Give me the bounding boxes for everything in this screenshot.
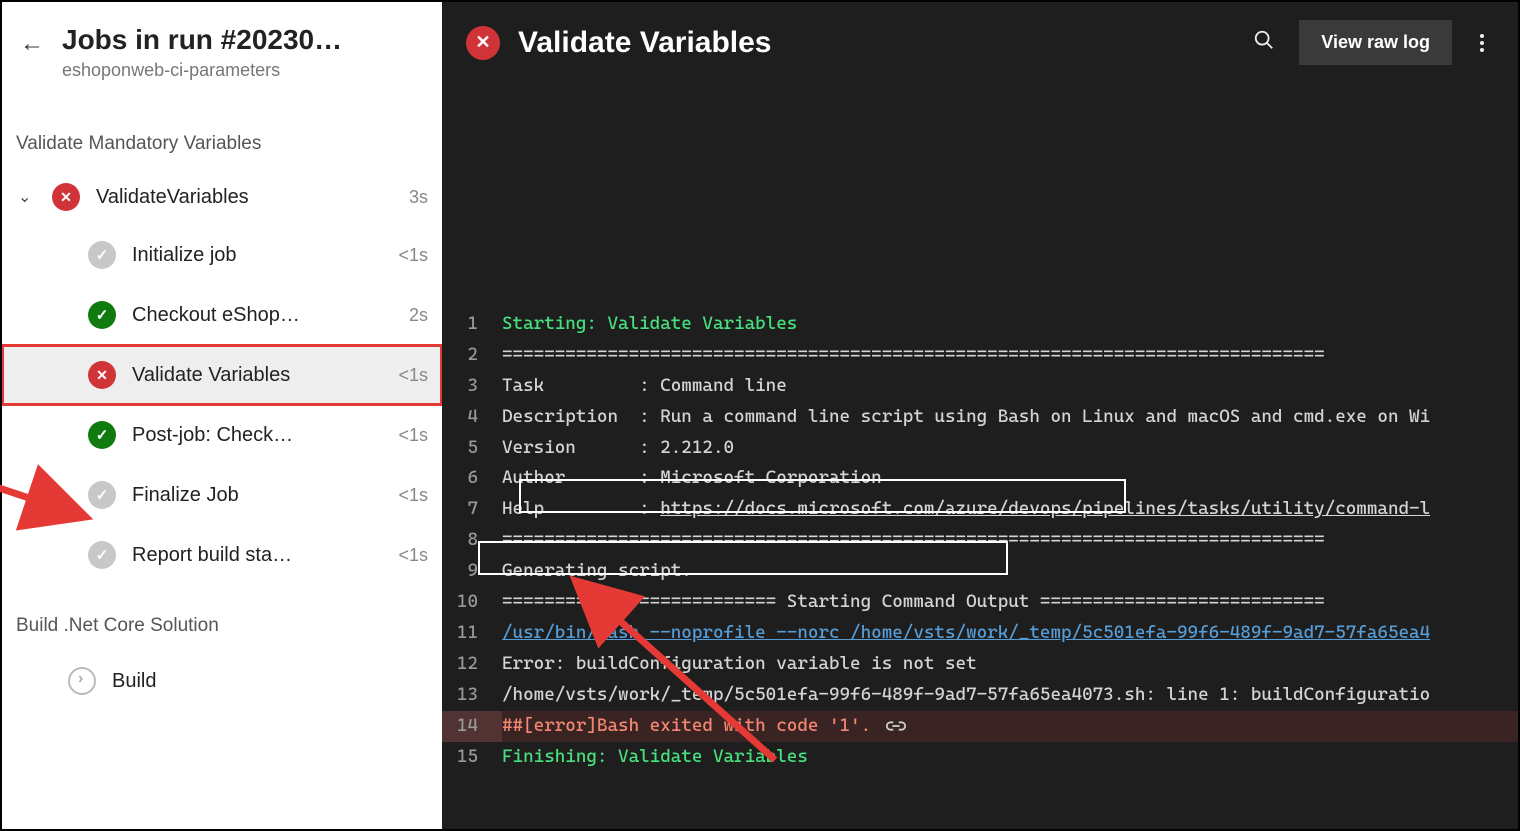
log-line: 12Error: buildConfiguration variable is … xyxy=(442,649,1518,680)
link-icon[interactable] xyxy=(885,719,907,733)
step-duration: <1s xyxy=(398,545,428,566)
job-validate-variables[interactable]: ⌄ ValidateVariables 3s xyxy=(2,169,442,225)
step-row[interactable]: Post-job: Check… <1s xyxy=(2,405,442,465)
sidebar: ← Jobs in run #20230… eshoponweb-ci-para… xyxy=(2,2,442,829)
log-line: 2=======================================… xyxy=(442,340,1518,371)
fail-icon xyxy=(88,361,116,389)
step-row[interactable]: Validate Variables <1s xyxy=(2,345,442,405)
step-label: Finalize Job xyxy=(132,484,382,507)
page-title: Jobs in run #20230… xyxy=(62,24,342,56)
line-content: /home/vsts/work/_temp/5c501efa-99f6-489f… xyxy=(502,680,1518,711)
fail-icon xyxy=(466,26,500,60)
line-content: Description : Run a command line script … xyxy=(502,402,1518,433)
line-content: ##[error]Bash exited with code '1'. xyxy=(502,711,1518,742)
grey-icon xyxy=(88,541,116,569)
log-line: 8=======================================… xyxy=(442,525,1518,556)
line-number: 15 xyxy=(442,742,502,773)
log-line: 13/home/vsts/work/_temp/5c501efa-99f6-48… xyxy=(442,680,1518,711)
more-menu-icon[interactable] xyxy=(1470,28,1494,58)
log-header: Validate Variables View raw log xyxy=(442,2,1518,83)
line-number: 12 xyxy=(442,649,502,680)
line-content: ========================================… xyxy=(502,340,1518,371)
line-content: Author : Microsoft Corporation xyxy=(502,463,1518,494)
line-number: 7 xyxy=(442,494,502,525)
line-number: 1 xyxy=(442,309,502,340)
line-number: 6 xyxy=(442,463,502,494)
step-row[interactable]: Checkout eShop… 2s xyxy=(2,285,442,345)
log-line: 9Generating script. xyxy=(442,556,1518,587)
stage-validate-variables[interactable]: Validate Mandatory Variables xyxy=(2,93,442,169)
step-label: Checkout eShop… xyxy=(132,304,393,327)
ok-icon xyxy=(88,301,116,329)
log-line: 4Description : Run a command line script… xyxy=(442,402,1518,433)
line-content: Generating script. xyxy=(502,556,1518,587)
line-content: Help : https://docs.microsoft.com/azure/… xyxy=(502,494,1518,525)
line-number: 4 xyxy=(442,402,502,433)
back-button[interactable]: ← xyxy=(20,30,44,81)
line-content: Starting: Validate Variables xyxy=(502,309,1518,340)
line-number: 2 xyxy=(442,340,502,371)
log-line: 15Finishing: Validate Variables xyxy=(442,742,1518,773)
line-content: Version : 2.212.0 xyxy=(502,433,1518,464)
log-pane: Validate Variables View raw log 1Startin… xyxy=(442,2,1518,829)
step-label: Validate Variables xyxy=(132,364,382,387)
grey-icon xyxy=(88,481,116,509)
log-line: 3Task : Command line xyxy=(442,371,1518,402)
step-duration: <1s xyxy=(398,485,428,506)
log-line: 5Version : 2.212.0 xyxy=(442,433,1518,464)
view-raw-log-button[interactable]: View raw log xyxy=(1299,20,1452,65)
log-line: 14##[error]Bash exited with code '1'. xyxy=(442,711,1518,742)
log-line: 6Author : Microsoft Corporation xyxy=(442,463,1518,494)
step-duration: <1s xyxy=(398,365,428,386)
step-label: Report build sta… xyxy=(132,544,382,567)
log-line: 7Help : https://docs.microsoft.com/azure… xyxy=(442,494,1518,525)
line-content: Task : Command line xyxy=(502,371,1518,402)
line-content: /usr/bin/bash --noprofile --norc /home/v… xyxy=(502,618,1518,649)
fail-icon xyxy=(52,183,80,211)
line-number: 9 xyxy=(442,556,502,587)
job-duration: 3s xyxy=(409,187,428,208)
job-build[interactable]: Build xyxy=(2,649,442,713)
line-number: 10 xyxy=(442,587,502,618)
line-content: Finishing: Validate Variables xyxy=(502,742,1518,773)
header-text: Jobs in run #20230… eshoponweb-ci-parame… xyxy=(62,24,342,81)
log-line: 1Starting: Validate Variables xyxy=(442,309,1518,340)
step-row[interactable]: Report build sta… <1s xyxy=(2,525,442,585)
log-title: Validate Variables xyxy=(518,26,1229,60)
line-content: ========================================… xyxy=(502,525,1518,556)
step-duration: <1s xyxy=(398,245,428,266)
log-body[interactable]: 1Starting: Validate Variables2==========… xyxy=(442,83,1518,773)
line-number: 8 xyxy=(442,525,502,556)
log-line: 11/usr/bin/bash --noprofile --norc /home… xyxy=(442,618,1518,649)
line-number: 3 xyxy=(442,371,502,402)
line-number: 13 xyxy=(442,680,502,711)
chevron-down-icon: ⌄ xyxy=(18,187,36,207)
step-label: Initialize job xyxy=(132,244,382,267)
job-label: Build xyxy=(112,670,156,693)
step-row[interactable]: Finalize Job <1s xyxy=(2,465,442,525)
line-content: Error: buildConfiguration variable is no… xyxy=(502,649,1518,680)
step-label: Post-job: Check… xyxy=(132,424,382,447)
sidebar-header: ← Jobs in run #20230… eshoponweb-ci-para… xyxy=(2,2,442,93)
line-number: 5 xyxy=(442,433,502,464)
stage-build-solution[interactable]: Build .Net Core Solution xyxy=(2,585,442,649)
step-row[interactable]: Initialize job <1s xyxy=(2,225,442,285)
job-label: ValidateVariables xyxy=(96,186,393,209)
ok-icon xyxy=(88,421,116,449)
pending-icon xyxy=(68,667,96,695)
search-icon[interactable] xyxy=(1247,23,1281,63)
step-duration: <1s xyxy=(398,425,428,446)
step-duration: 2s xyxy=(409,305,428,326)
page-subtitle: eshoponweb-ci-parameters xyxy=(62,60,342,81)
line-content: ========================== Starting Comm… xyxy=(502,587,1518,618)
line-number: 14 xyxy=(442,711,502,742)
line-number: 11 xyxy=(442,618,502,649)
grey-icon xyxy=(88,241,116,269)
log-line: 10========================== Starting Co… xyxy=(442,587,1518,618)
